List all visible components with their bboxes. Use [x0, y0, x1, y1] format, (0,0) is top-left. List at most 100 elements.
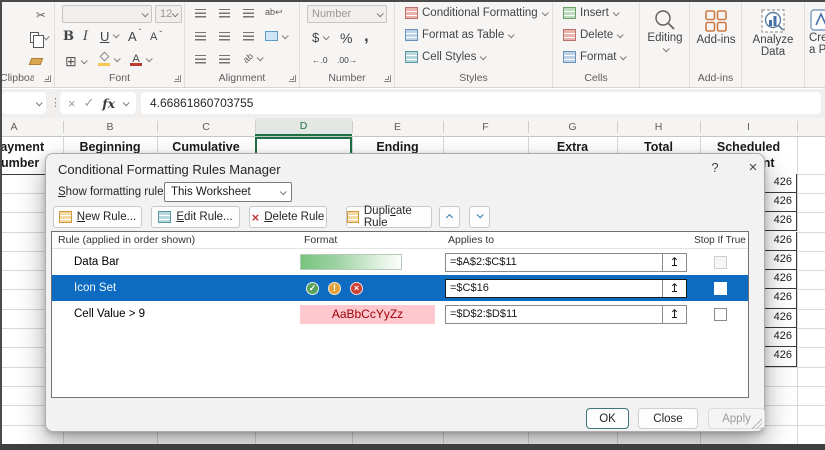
align-center-button[interactable] [219, 32, 230, 41]
column-header-separator [528, 121, 529, 133]
column-header-A[interactable]: A [0, 118, 63, 136]
accounting-format-button[interactable]: $ [312, 30, 328, 45]
italic-button[interactable]: I [83, 29, 88, 44]
exclaim-circle-icon: ! [328, 282, 341, 295]
applies-to-input[interactable]: =$D$2:$D$11↥ [445, 305, 687, 324]
help-icon[interactable]: ? [706, 160, 724, 178]
rule-format-preview: AaBbCcYyZz [300, 305, 445, 324]
copy-button[interactable] [30, 32, 48, 43]
insert-cells-button[interactable]: Insert [563, 7, 618, 19]
cancel-icon[interactable]: × [68, 96, 76, 111]
stop-cell [692, 308, 748, 321]
duplicate-rule-button[interactable]: Duplicate Rule [346, 206, 432, 228]
font-name-combo[interactable] [62, 5, 152, 23]
decrease-decimal-button[interactable]: .00→ [337, 55, 357, 65]
align-top-icon [195, 9, 206, 18]
edit-rule-button[interactable]: Edit Rule... [151, 206, 240, 228]
borders-button[interactable]: ⊞ [65, 53, 86, 70]
stop-if-true-checkbox[interactable] [714, 282, 727, 295]
alignment-group-label: Alignment [185, 72, 299, 84]
increase-decimal-button[interactable]: ←.0 [312, 55, 328, 65]
create-pdf-button[interactable]: Create a PDF [809, 8, 825, 56]
font-size-combo[interactable]: 12 [155, 5, 182, 23]
editing-button[interactable]: Editing [645, 8, 685, 52]
fx-dropdown-icon[interactable] [123, 99, 130, 106]
align-right-button[interactable] [243, 32, 254, 41]
move-down-button[interactable] [469, 206, 490, 228]
new-rule-button[interactable]: New Rule... [53, 206, 142, 228]
insert-function-icon[interactable]: fx [102, 96, 115, 111]
orientation-button[interactable]: ab [243, 53, 262, 63]
ok-button[interactable]: OK [586, 408, 629, 429]
decrease-indent-button[interactable] [195, 55, 206, 64]
delete-rule-button[interactable]: ×Delete Rule [249, 206, 327, 228]
column-header-E[interactable]: E [352, 118, 443, 136]
column-header-C[interactable]: C [157, 118, 255, 136]
column-header-G[interactable]: G [528, 118, 617, 136]
comma-style-button[interactable]: , [364, 26, 369, 46]
enter-icon[interactable]: ✓ [83, 95, 94, 111]
stop-cell [692, 256, 748, 269]
column-header-B[interactable]: B [63, 118, 157, 136]
bold-button[interactable]: B [63, 29, 74, 44]
format-painter-button[interactable] [30, 58, 42, 65]
number-group: Number $ % , ←.0 .00→ Number [300, 0, 395, 87]
addins-button[interactable]: Add-ins [696, 8, 736, 46]
column-header-D[interactable]: D [255, 118, 352, 136]
rule-row-1[interactable]: Data Bar=$A$2:$C$11↥ [52, 249, 748, 275]
percent-style-button[interactable]: % [340, 30, 352, 46]
scope-combo[interactable]: This Worksheet [164, 182, 292, 202]
column-header-H[interactable]: H [617, 118, 700, 136]
formula-input[interactable]: 4.66861860703755 [141, 92, 821, 114]
column-header-I[interactable]: I [700, 118, 797, 136]
move-up-button[interactable] [439, 206, 460, 228]
range-selector-button[interactable]: ↥ [662, 306, 686, 323]
number-dialog-launcher[interactable] [384, 75, 391, 82]
rule-format-preview: ✓!× [300, 282, 445, 295]
addins-icon [703, 8, 729, 34]
conditional-formatting-button[interactable]: Conditional Formatting [405, 7, 547, 19]
scope-combo-value: This Worksheet [171, 186, 251, 198]
align-bottom-button[interactable] [243, 9, 254, 18]
alignment-dialog-launcher[interactable] [289, 75, 296, 82]
delete-cells-button[interactable]: Delete [563, 29, 622, 41]
applies-to-input[interactable]: =$A$2:$C$11↥ [445, 253, 687, 272]
align-left-button[interactable] [195, 32, 206, 41]
stop-if-true-checkbox[interactable] [714, 308, 727, 321]
iconset-preview: ✓!× [300, 282, 363, 295]
format-cells-button[interactable]: Format [563, 51, 625, 63]
wrap-text-button[interactable]: ab↩ [265, 7, 283, 18]
close-icon[interactable]: × [744, 159, 762, 177]
column-header-F[interactable]: F [443, 118, 528, 136]
format-as-table-button[interactable]: Format as Table [405, 29, 513, 41]
cell-styles-button[interactable]: Cell Styles [405, 51, 485, 63]
number-format-combo[interactable]: Number [307, 5, 387, 23]
range-selector-button[interactable]: ↥ [662, 254, 686, 271]
underline-dropdown[interactable] [113, 33, 118, 38]
range-selector-button[interactable]: ↥ [662, 280, 686, 297]
clipboard-dialog-launcher[interactable] [44, 75, 51, 82]
close-button[interactable]: Close [638, 408, 698, 429]
underline-button[interactable]: U [100, 29, 109, 44]
align-middle-button[interactable] [219, 9, 230, 18]
stop-if-true-checkbox[interactable] [714, 256, 727, 269]
styles-group: Conditional Formatting Format as Table C… [395, 0, 553, 87]
rule-row-3[interactable]: Cell Value > 9AaBbCcYyZz=$D$2:$D$11↥ [52, 301, 748, 327]
rule-row-2[interactable]: Icon Set✓!×=$C$16↥ [52, 275, 748, 301]
name-box[interactable] [2, 92, 46, 114]
increase-indent-button[interactable] [219, 55, 230, 64]
magnifier-icon [653, 8, 677, 32]
fill-color-button[interactable] [98, 53, 119, 66]
shrink-font-button[interactable]: Aˇ [150, 31, 162, 43]
font-color-button[interactable]: A [130, 53, 151, 66]
grow-font-button[interactable]: Aˆ [128, 29, 141, 44]
applies-to-input[interactable]: =$C$16↥ [445, 279, 687, 298]
cut-button[interactable]: ✂ [36, 8, 46, 22]
align-top-button[interactable] [195, 9, 206, 18]
chevron-down-icon [477, 211, 484, 218]
x-circle-icon: × [350, 282, 363, 295]
analyze-data-button[interactable]: Analyze Data [750, 8, 796, 58]
applies-column-header: Applies to [445, 234, 692, 246]
merge-center-button[interactable] [265, 31, 287, 41]
font-dialog-launcher[interactable] [174, 75, 181, 82]
